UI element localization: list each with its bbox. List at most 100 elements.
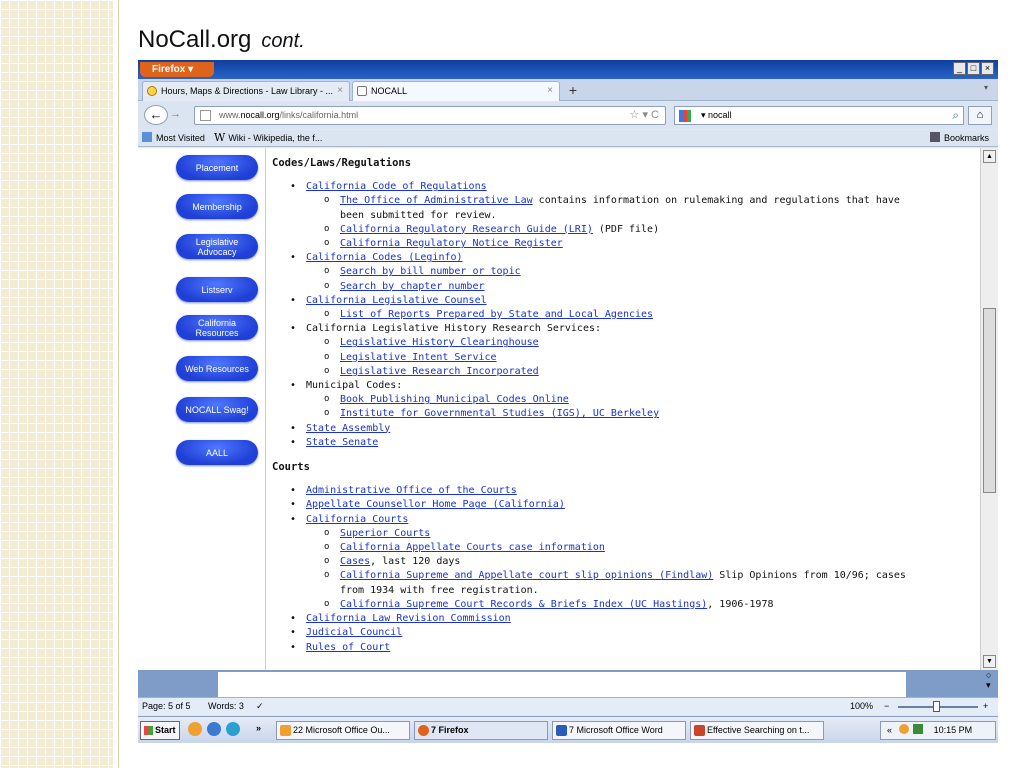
proofing-icon[interactable]: ✓ <box>256 698 264 715</box>
link[interactable]: Search by chapter number <box>340 281 485 292</box>
list-item: Cases, last 120 days <box>268 554 948 569</box>
link[interactable]: Judicial Council <box>306 627 402 638</box>
tab-law-library[interactable]: Hours, Maps & Directions - Law Library -… <box>142 81 350 101</box>
taskbar-powerpoint[interactable]: Effective Searching on t... <box>690 721 824 740</box>
link[interactable]: Book Publishing Municipal Codes Online <box>340 394 569 405</box>
bookmark-most-visited[interactable]: Most Visited <box>142 130 205 146</box>
word-scroll-controls[interactable]: ○ ▾ <box>986 670 991 690</box>
start-button[interactable]: Start <box>140 721 180 740</box>
outlook-icon[interactable] <box>188 722 202 736</box>
zoom-out-icon[interactable]: − <box>884 698 889 715</box>
tab-nocall[interactable]: NOCALL × <box>352 81 560 101</box>
bookmark-wikipedia[interactable]: W Wiki - Wikipedia, the f... <box>214 130 322 146</box>
ie-icon[interactable] <box>226 722 240 736</box>
minimize-button[interactable]: _ <box>953 62 966 75</box>
zoom-in-icon[interactable]: + <box>983 698 988 715</box>
scrollbar-thumb[interactable] <box>983 308 996 493</box>
link[interactable]: Search by bill number or topic <box>340 266 521 277</box>
wikipedia-icon: W <box>214 131 226 144</box>
taskbar-firefox[interactable]: 7 Firefox <box>414 721 548 740</box>
link[interactable]: California Law Revision Commission <box>306 613 511 624</box>
scroll-up-icon[interactable]: ▲ <box>983 150 996 163</box>
window-controls: _ □ × <box>953 62 994 75</box>
most-visited-icon <box>142 132 152 142</box>
link[interactable]: California Regulatory Research Guide (LR… <box>340 224 593 235</box>
link[interactable]: Superior Courts <box>340 528 430 539</box>
page-scrollbar[interactable]: ▲ ▼ <box>980 148 998 670</box>
link[interactable]: Cases <box>340 556 370 567</box>
firefox-menu-button[interactable]: Firefox ▾ <box>140 62 214 77</box>
bookmark-star-icon[interactable]: ☆ ▾ C <box>630 107 659 124</box>
link[interactable]: Legislative History Clearinghouse <box>340 337 539 348</box>
home-icon[interactable]: ⌂ <box>968 106 992 125</box>
zoom-level[interactable]: 100% <box>850 698 873 715</box>
bookmarks-menu[interactable]: Bookmarks <box>930 130 989 146</box>
link[interactable]: The Office of Administrative Law <box>340 195 533 206</box>
link[interactable]: Legislative Intent Service <box>340 352 497 363</box>
search-icon[interactable]: ⌕ <box>952 107 959 124</box>
navigation-toolbar: ← → www.nocall.org/links/california.html… <box>138 102 998 129</box>
quick-launch-chevron[interactable]: » <box>256 723 261 733</box>
list-item: Superior Courts <box>268 526 948 541</box>
new-tab-button[interactable]: + <box>563 81 583 101</box>
close-window-button[interactable]: × <box>981 62 994 75</box>
list-item: The Office of Administrative Law contain… <box>268 193 948 222</box>
globe-icon <box>147 86 157 96</box>
scroll-down-icon[interactable]: ▼ <box>983 655 996 668</box>
close-tab-icon[interactable]: × <box>547 82 553 100</box>
outlook-icon <box>280 725 291 736</box>
nav-california-resources-button[interactable]: California Resources <box>176 315 258 340</box>
link[interactable]: State Assembly <box>306 423 390 434</box>
link[interactable]: California Courts <box>306 514 408 525</box>
word-count[interactable]: Words: 3 <box>208 698 244 715</box>
nav-membership-button[interactable]: Membership <box>176 194 258 219</box>
url-bar[interactable]: www.nocall.org/links/california.html ☆ ▾… <box>194 106 666 125</box>
clock[interactable]: 10:15 PM <box>934 725 973 735</box>
link[interactable]: State Senate <box>306 437 378 448</box>
search-input[interactable]: ▾ nocall ⌕ <box>674 106 964 125</box>
tray-expand-icon[interactable]: « <box>887 725 892 735</box>
nav-legislative-advocacy-button[interactable]: Legislative Advocacy <box>176 234 258 259</box>
section-heading-codes: Codes/Laws/Regulations <box>272 157 412 169</box>
google-icon[interactable] <box>679 110 691 122</box>
link[interactable]: California Codes (Leginfo) <box>306 252 463 263</box>
nav-placement-button[interactable]: Placement <box>176 155 258 180</box>
nav-nocall-swag-button[interactable]: NOCALL Swag! <box>176 397 258 422</box>
link[interactable]: Administrative Office of the Courts <box>306 485 517 496</box>
link[interactable]: California Code of Regulations <box>306 181 487 192</box>
maximize-button[interactable]: □ <box>967 62 980 75</box>
link[interactable]: California Legislative Counsel <box>306 295 487 306</box>
link[interactable]: California Appellate Courts case informa… <box>340 542 605 553</box>
link[interactable]: List of Reports Prepared by State and Lo… <box>340 309 653 320</box>
link[interactable]: California Supreme and Appellate court s… <box>340 570 713 581</box>
link[interactable]: Legislative Research Incorporated <box>340 366 539 377</box>
nav-aall-button[interactable]: AALL <box>176 440 258 465</box>
taskbar-outlook[interactable]: 22 Microsoft Office Ou... <box>276 721 410 740</box>
list-item: California Regulatory Research Guide (LR… <box>268 222 948 237</box>
taskbar-word[interactable]: 7 Microsoft Office Word <box>552 721 686 740</box>
list-item: California Code of Regulations <box>268 180 948 194</box>
tray-app-icon[interactable] <box>898 724 909 734</box>
network-icon[interactable] <box>913 724 924 734</box>
nav-listserv-button[interactable]: Listserv <box>176 277 258 302</box>
tab-list-icon[interactable]: ▾ <box>984 83 988 92</box>
back-button[interactable]: ← <box>144 105 168 125</box>
list-item: California Supreme and Appellate court s… <box>268 568 948 597</box>
bookmarks-icon <box>930 132 940 142</box>
close-tab-icon[interactable]: × <box>337 82 343 100</box>
zoom-slider-handle[interactable] <box>933 701 940 712</box>
browser-icon[interactable] <box>207 722 221 736</box>
forward-button[interactable]: → <box>170 108 181 120</box>
link[interactable]: Rules of Court <box>306 642 390 653</box>
links-content: Codes/Laws/Regulations California Code o… <box>268 148 948 670</box>
tab-bar: Hours, Maps & Directions - Law Library -… <box>138 79 998 101</box>
word-page[interactable] <box>218 672 906 697</box>
codes-list: California Code of Regulations The Offic… <box>268 180 948 450</box>
link[interactable]: California Supreme Court Records & Brief… <box>340 599 707 610</box>
link[interactable]: California Regulatory Notice Register <box>340 238 563 249</box>
powerpoint-icon <box>694 725 705 736</box>
nav-web-resources-button[interactable]: Web Resources <box>176 356 258 381</box>
link[interactable]: Appellate Counsellor Home Page (Californ… <box>306 499 565 510</box>
list-item: Legislative Intent Service <box>268 350 948 365</box>
link[interactable]: Institute for Governmental Studies (IGS)… <box>340 408 659 419</box>
